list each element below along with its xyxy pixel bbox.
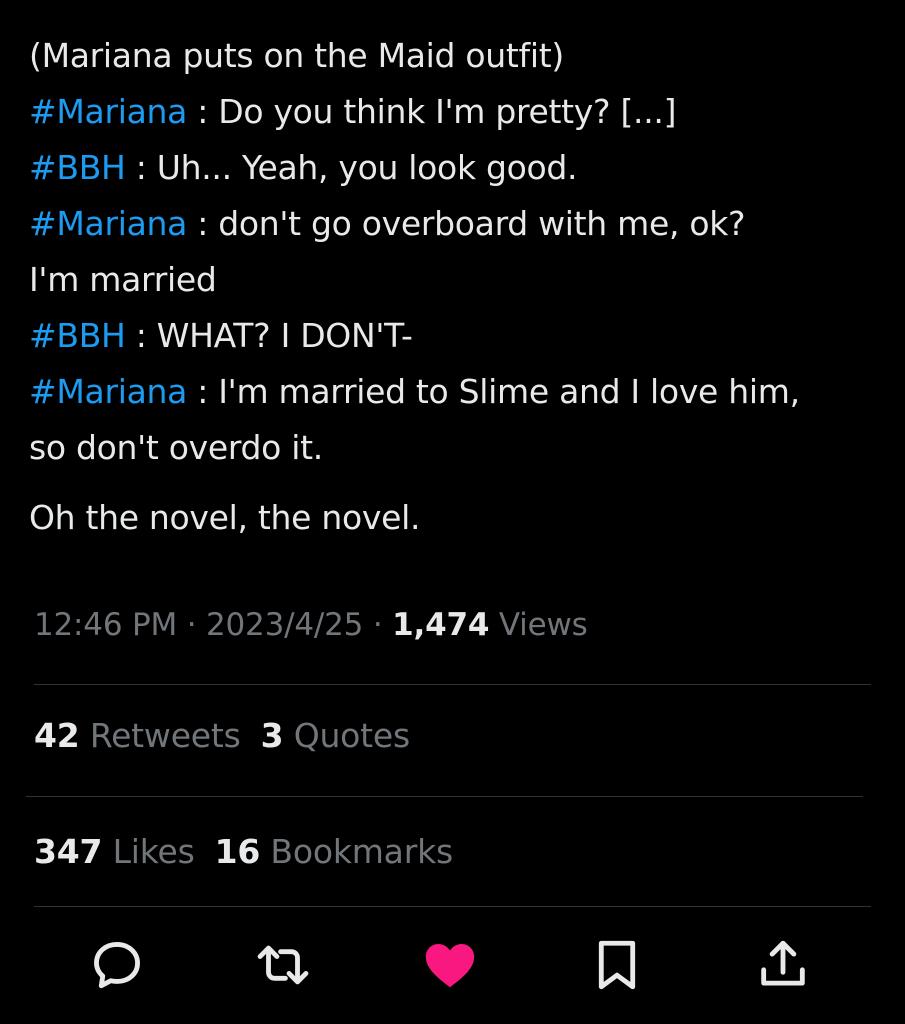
- tweet-body: (Mariana puts on the Maid outfit) #Maria…: [29, 28, 879, 546]
- tweet-text: I'm married: [29, 260, 217, 299]
- hashtag-link[interactable]: #Mariana: [29, 372, 187, 411]
- retweet-button[interactable]: [248, 930, 318, 1000]
- likes-link[interactable]: 347 Likes: [34, 832, 195, 871]
- tweet-line-1: (Mariana puts on the Maid outfit): [29, 28, 879, 84]
- tweet-text: so don't overdo it.: [29, 428, 323, 467]
- retweet-icon: [257, 945, 309, 985]
- separator: :: [187, 372, 219, 411]
- reply-icon: [94, 942, 140, 989]
- quotes-link[interactable]: 3 Quotes: [260, 716, 411, 755]
- tweet-line-2: #Mariana : Do you think I'm pretty? [...…: [29, 84, 879, 140]
- quotes-label: Quotes: [283, 716, 411, 755]
- likes-label: Likes: [102, 832, 195, 871]
- like-button[interactable]: [415, 930, 485, 1000]
- share-icon: [761, 940, 805, 986]
- tweet-text: I'm married to Slime and I love him,: [218, 372, 800, 411]
- quotes-count: 3: [260, 716, 284, 755]
- action-bar: [0, 930, 905, 1006]
- tweet-line-4: #Mariana : don't go overboard with me, o…: [29, 196, 879, 252]
- meta-dot: ·: [363, 607, 393, 643]
- tweet-meta: 12:46 PM · 2023/4/25 · 1,474 Views: [34, 607, 588, 643]
- tweet-text: (Mariana puts on the Maid outfit): [29, 36, 564, 75]
- tweet-line-6: #BBH : WHAT? I DON'T-: [29, 308, 879, 364]
- tweet-text: WHAT? I DON'T-: [156, 316, 413, 355]
- tweet-line-8: so don't overdo it.: [29, 420, 879, 476]
- meta-dot: ·: [177, 607, 207, 643]
- separator: :: [187, 204, 219, 243]
- bookmark-icon: [598, 940, 636, 990]
- share-button[interactable]: [748, 930, 818, 1000]
- tweet-text: Uh... Yeah, you look good.: [156, 148, 578, 187]
- tweet-line-7: #Mariana : I'm married to Slime and I lo…: [29, 364, 879, 420]
- hashtag-link[interactable]: #Mariana: [29, 204, 187, 243]
- divider: [34, 906, 871, 907]
- retweets-label: Retweets: [79, 716, 241, 755]
- heart-icon: [425, 943, 475, 988]
- tweet-line-5: I'm married: [29, 252, 879, 308]
- separator: :: [125, 148, 157, 187]
- stats-row-likes: 347 Likes 16 Bookmarks: [34, 832, 473, 871]
- retweets-count: 42: [34, 716, 80, 755]
- bookmarks-link[interactable]: 16 Bookmarks: [214, 832, 454, 871]
- divider: [26, 796, 863, 797]
- separator: :: [125, 316, 157, 355]
- tweet-tail: Oh the novel, the novel.: [29, 498, 421, 537]
- bookmarks-label: Bookmarks: [260, 832, 453, 871]
- stats-row-retweets: 42 Retweets 3 Quotes: [34, 716, 430, 755]
- bookmarks-count: 16: [214, 832, 261, 871]
- hashtag-link[interactable]: #BBH: [29, 148, 126, 187]
- hashtag-link[interactable]: #Mariana: [29, 92, 187, 131]
- reply-button[interactable]: [82, 930, 152, 1000]
- separator: :: [187, 92, 219, 131]
- tweet-text: don't go overboard with me, ok?: [218, 204, 746, 243]
- bookmark-button[interactable]: [582, 930, 652, 1000]
- views-label: Views: [489, 607, 588, 643]
- tweet-date[interactable]: 2023/4/25: [206, 607, 363, 643]
- tweet-line-3: #BBH : Uh... Yeah, you look good.: [29, 140, 879, 196]
- retweets-link[interactable]: 42 Retweets: [34, 716, 241, 755]
- tweet-text: Do you think I'm pretty? [...]: [218, 92, 677, 131]
- tweet-time[interactable]: 12:46 PM: [34, 607, 177, 643]
- divider: [34, 684, 871, 685]
- views-count: 1,474: [392, 607, 490, 643]
- likes-count: 347: [34, 832, 103, 871]
- hashtag-link[interactable]: #BBH: [29, 316, 126, 355]
